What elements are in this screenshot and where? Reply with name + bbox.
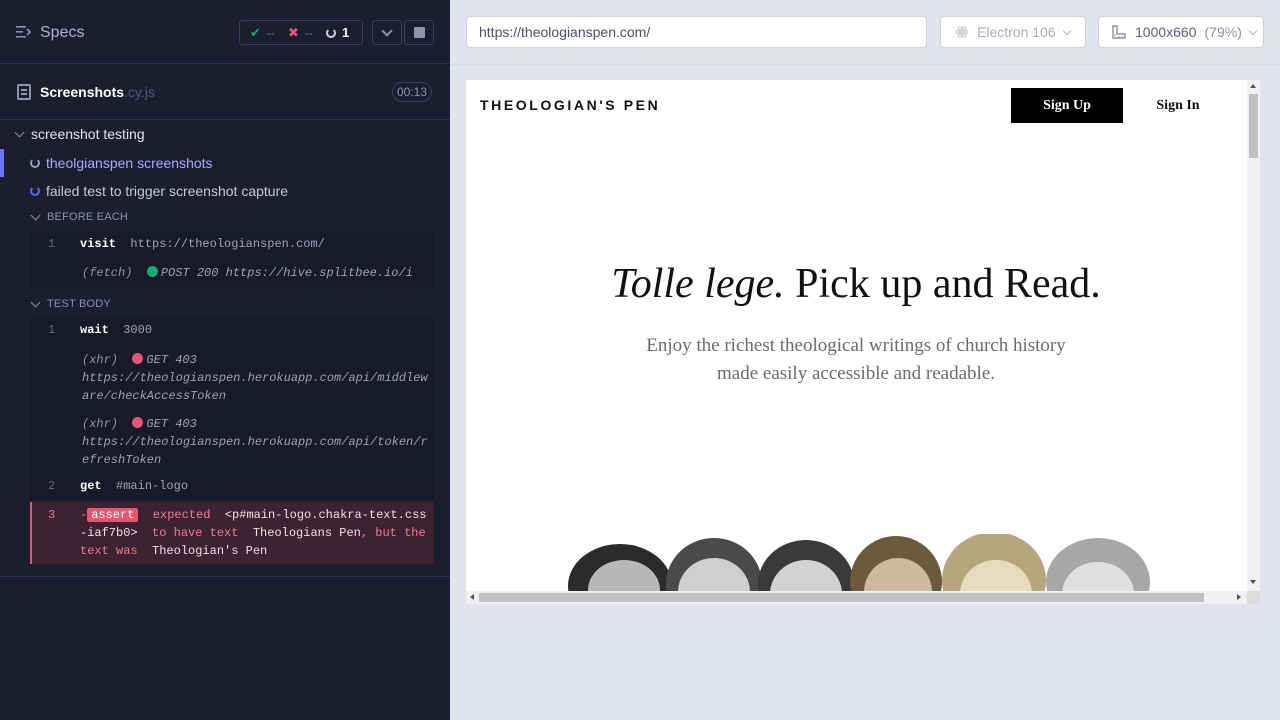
command-arg: #main-logo	[116, 479, 189, 493]
test-stats: ✔ -- ✖ -- 1	[239, 20, 363, 45]
signup-button[interactable]: Sign Up	[1011, 88, 1123, 123]
request-log[interactable]: (xhr) GET 403 https://theologianspen.her…	[82, 351, 432, 405]
url-bar[interactable]: https://theologianspen.com/	[466, 16, 927, 48]
theologian-portraits-image	[568, 534, 1150, 591]
site-logo[interactable]: THEOLOGIAN'S PEN	[480, 97, 660, 113]
command-arg: https://theologianspen.com/	[130, 237, 325, 251]
chevron-down-icon	[1248, 26, 1258, 35]
failed-stat: ✖ --	[288, 25, 313, 41]
stop-button[interactable]	[404, 20, 434, 45]
ruler-icon	[1112, 25, 1126, 39]
command-number: 3	[48, 508, 56, 522]
failed-assertion-row[interactable]: 3 - assert expected <p#main-logo.chakra-t…	[30, 502, 434, 564]
command-arg: 3000	[123, 323, 153, 337]
check-icon: ✔	[250, 25, 261, 40]
horizontal-scrollbar[interactable]	[466, 591, 1247, 604]
test-title: theolgianspen screenshots	[46, 155, 213, 171]
browser-name: Electron 106	[977, 24, 1056, 40]
request-log[interactable]: (xhr) GET 403 https://theologianspen.her…	[82, 415, 432, 469]
hook-before-each[interactable]: BEFORE EACH	[30, 210, 128, 223]
electron-icon	[955, 26, 969, 38]
status-dot-icon	[132, 417, 144, 428]
test-body-commands: 1 wait 3000 (xhr) GET 403 https://theolo…	[30, 318, 434, 500]
x-icon: ✖	[288, 25, 299, 40]
command-number: 1	[48, 323, 56, 337]
browser-selector[interactable]: Electron 106	[940, 16, 1086, 48]
chevron-down-icon	[14, 127, 25, 137]
pending-spinner-icon	[30, 186, 40, 196]
options-dropdown-button[interactable]	[372, 20, 402, 45]
scroll-thumb[interactable]	[479, 593, 1204, 602]
test-item-pending[interactable]: failed test to trigger screenshot captur…	[0, 177, 450, 205]
hero-heading: Tolle lege. Pick up and Read.	[611, 261, 1101, 307]
chevron-down-icon	[1062, 26, 1071, 35]
running-spinner-icon	[30, 158, 40, 168]
hook-test-body[interactable]: TEST BODY	[30, 297, 111, 310]
viewport-selector[interactable]: 1000x660 (79%)	[1098, 16, 1264, 48]
reporter-panel: Specs ✔ -- ✖ -- 1 Screenshots.cy.js 00:1…	[0, 0, 450, 720]
document-icon	[17, 84, 31, 100]
scroll-up-arrow-icon[interactable]	[1250, 84, 1256, 88]
chevron-down-icon	[30, 210, 41, 220]
chevron-down-icon	[30, 297, 41, 307]
command-number: 2	[48, 479, 56, 493]
spec-duration: 00:13	[392, 82, 432, 102]
command-number: 1	[48, 237, 56, 251]
specs-menu-icon[interactable]	[16, 25, 32, 39]
pending-count: 1	[342, 25, 350, 40]
passed-stat: ✔ --	[250, 25, 275, 41]
viewport-size: 1000x660	[1135, 24, 1197, 40]
scrollbar-corner	[1247, 591, 1260, 604]
suite-title[interactable]: screenshot testing	[14, 126, 145, 142]
spinner-icon	[326, 27, 336, 38]
status-dot-icon	[146, 266, 158, 277]
scroll-down-arrow-icon[interactable]	[1250, 580, 1256, 584]
pending-stat: 1	[326, 25, 349, 40]
before-each-commands: 1 visit https://theologianspen.com/ (fet…	[30, 231, 434, 287]
spec-file-name: Screenshots.cy.js	[40, 84, 155, 100]
divider	[450, 64, 1280, 65]
scroll-left-arrow-icon[interactable]	[470, 594, 474, 600]
specs-label[interactable]: Specs	[40, 24, 84, 42]
request-log[interactable]: (fetch) POST 200 https://hive.splitbee.i…	[82, 264, 432, 282]
spec-file-ext: .cy.js	[124, 84, 155, 100]
stop-icon	[414, 27, 425, 38]
test-item-running[interactable]: theolgianspen screenshots	[0, 149, 450, 177]
command-name: get #main-logo	[80, 479, 189, 493]
scroll-thumb[interactable]	[1249, 94, 1258, 158]
test-title: failed test to trigger screenshot captur…	[46, 183, 289, 199]
app-under-test-frame: THEOLOGIAN'S PEN Sign Up Sign In Tolle l…	[466, 80, 1260, 604]
passed-count: --	[266, 26, 275, 40]
vertical-scrollbar[interactable]	[1247, 80, 1260, 591]
signin-button[interactable]: Sign In	[1146, 88, 1210, 123]
reporter-header: Specs ✔ -- ✖ -- 1	[0, 0, 450, 64]
spec-file-header[interactable]: Screenshots.cy.js 00:13	[0, 64, 450, 120]
assertion-message: - assert expected <p#main-logo.chakra-tex…	[80, 508, 427, 558]
failed-count: --	[304, 26, 313, 40]
divider	[0, 576, 450, 577]
viewport-zoom: (79%)	[1204, 24, 1242, 40]
scroll-right-arrow-icon[interactable]	[1237, 594, 1241, 600]
assert-badge: assert	[87, 508, 139, 522]
status-dot-icon	[132, 353, 144, 364]
chevron-down-icon	[381, 25, 393, 37]
hero-subtitle: Enjoy the richest theological writings o…	[646, 335, 1066, 384]
command-name: wait 3000	[80, 323, 153, 337]
command-name: visit https://theologianspen.com/	[80, 237, 325, 251]
